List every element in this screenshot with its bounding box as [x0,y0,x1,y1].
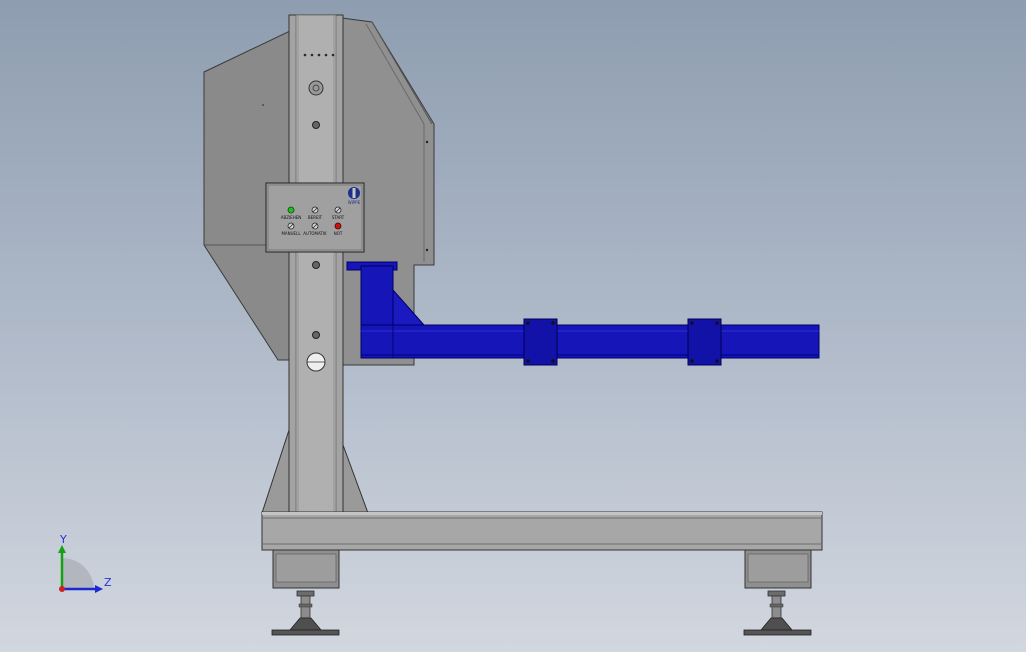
emergency-stop-button[interactable] [334,222,342,230]
selector-switch-automatik[interactable] [311,222,319,230]
right-gusset [342,444,369,514]
clamp-block-1[interactable] [523,318,558,366]
coordinate-axis-triad-icon: Y Z [58,533,112,593]
panel-label: START [332,215,345,220]
cad-graphics-viewport[interactable]: WIPPE ABZIEHEN BEREIT START MANUELL AUTO… [0,0,1026,652]
base-beam[interactable] [261,511,823,551]
panel-label: ABZIEHEN [281,215,301,220]
right-foot[interactable] [743,549,812,636]
axis-label-y: Y [59,533,67,546]
left-foot[interactable] [271,549,340,636]
swing-arm[interactable] [346,261,820,366]
control-panel[interactable]: WIPPE ABZIEHEN BEREIT START MANUELL AUTO… [265,182,365,253]
panel-label: AUTOMATIK [303,231,327,236]
axis-label-z: Z [104,576,112,589]
panel-label: NOT [334,231,343,236]
indicator-green-light[interactable] [287,206,295,214]
vent-icon [308,80,324,96]
panel-label: MANUELL [281,231,301,236]
clamp-block-2[interactable] [687,318,722,366]
panel-logo-icon [348,187,360,199]
panel-label: BEREIT [308,215,323,220]
vertical-column[interactable] [288,14,344,514]
panel-logo-text: WIPPE [348,200,361,205]
selector-switch-bereit[interactable] [311,206,319,214]
selector-switch-start[interactable] [334,206,342,214]
left-gusset [261,429,290,514]
selector-switch-manuell[interactable] [287,222,295,230]
